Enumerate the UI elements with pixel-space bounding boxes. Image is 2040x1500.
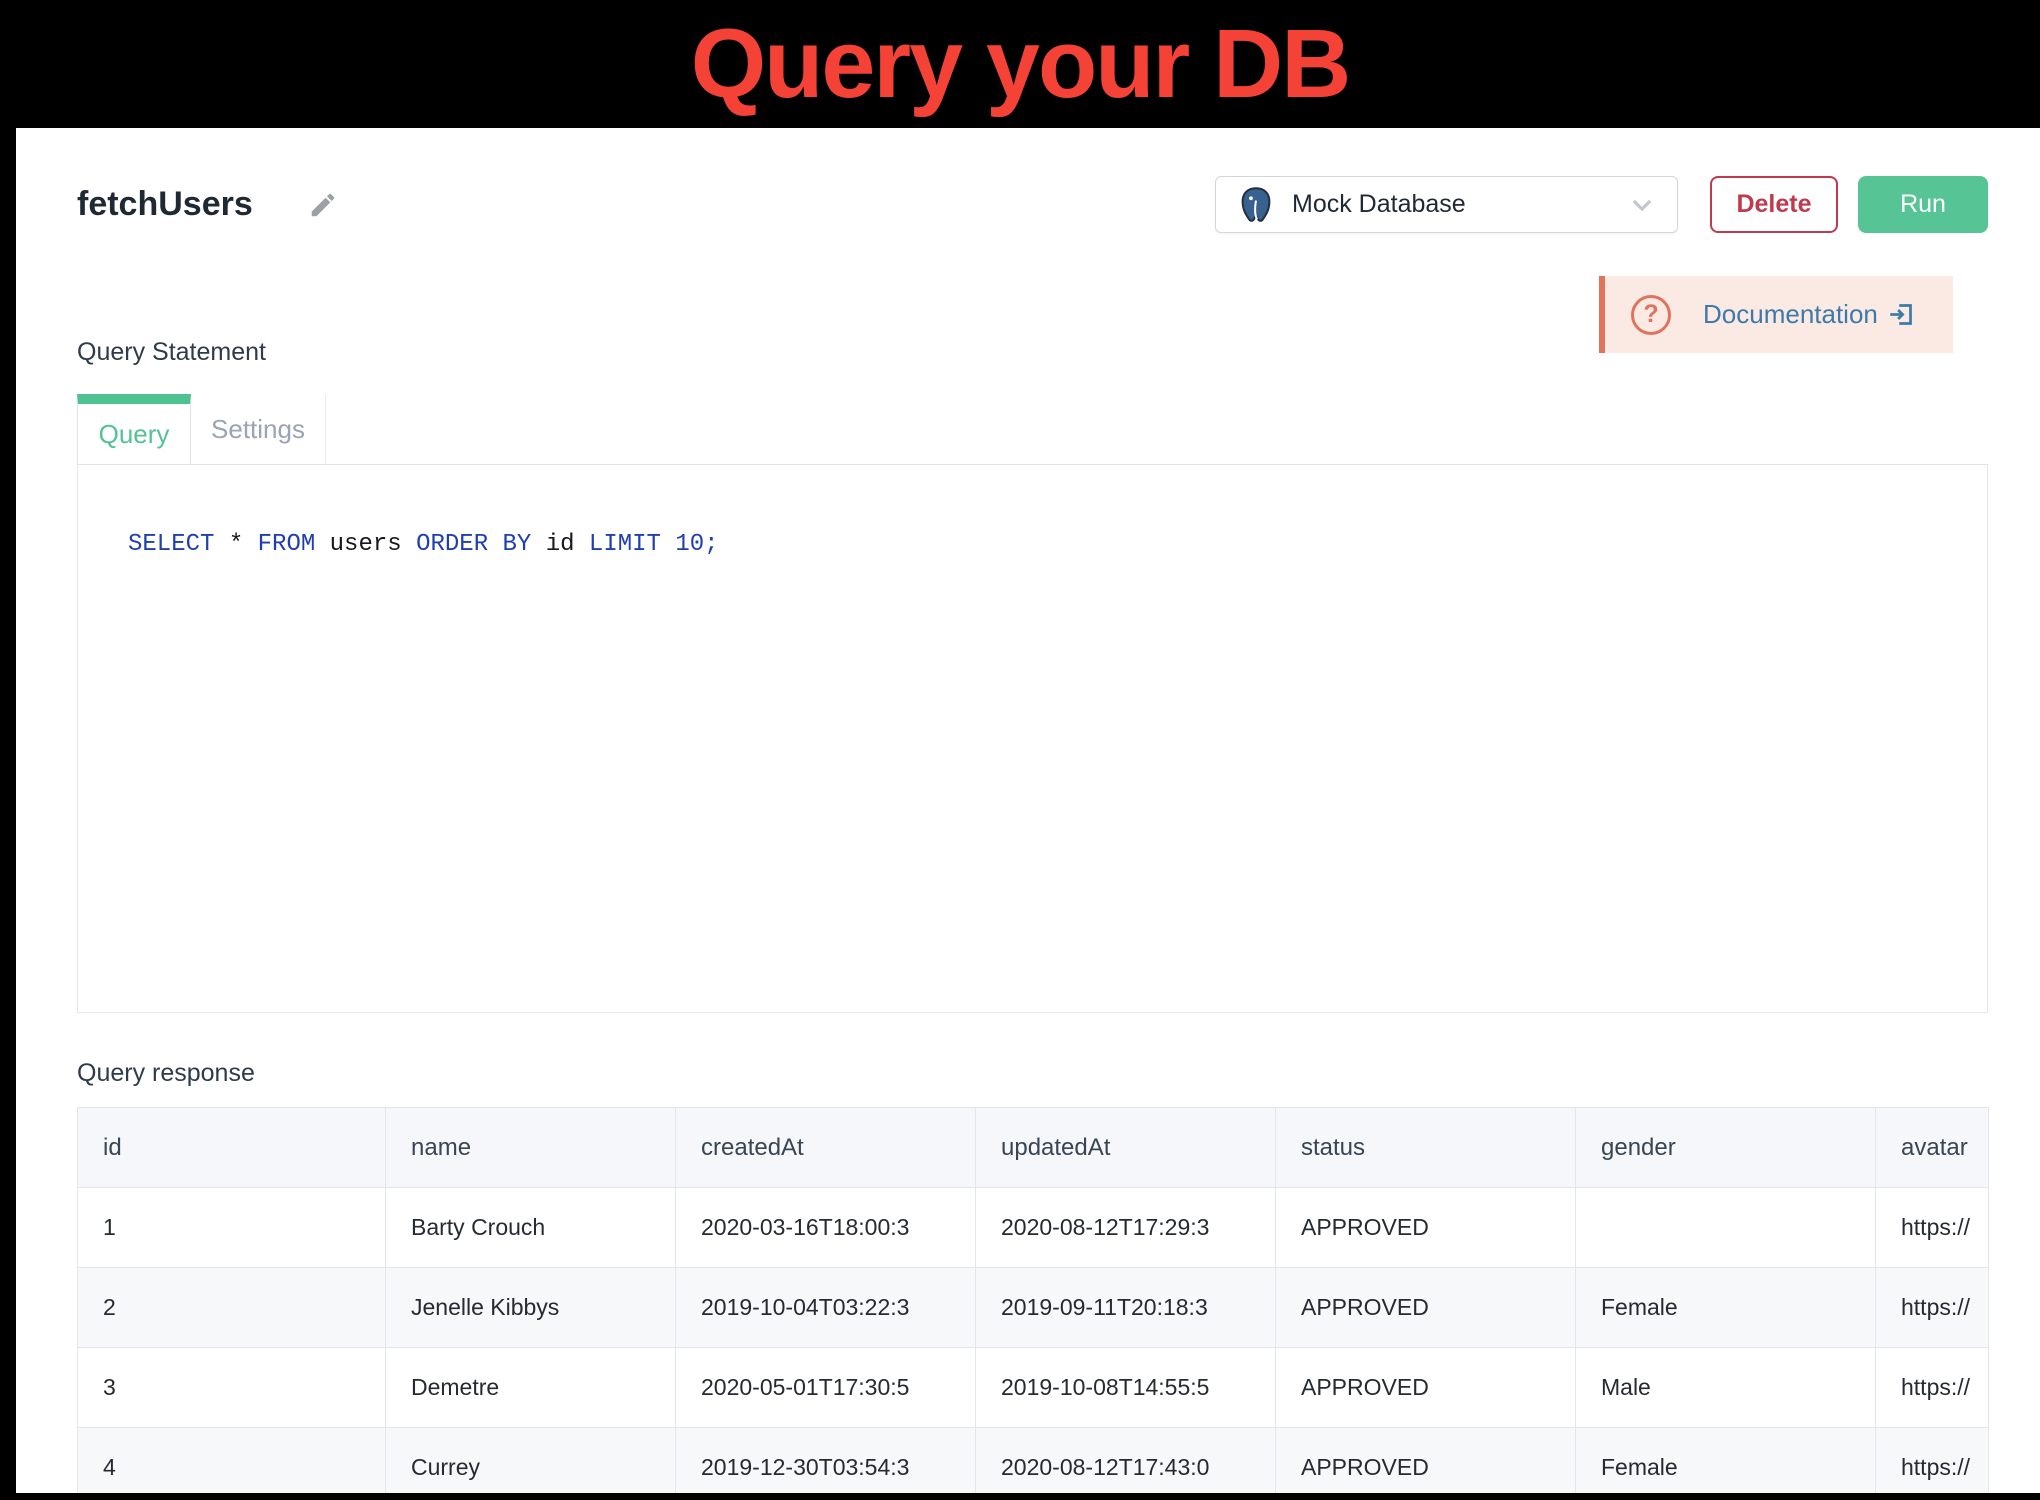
cell-id: 2 bbox=[78, 1268, 386, 1348]
database-selector-value: Mock Database bbox=[1292, 190, 1631, 219]
table-row: 2 Jenelle Kibbys 2019-10-04T03:22:3 2019… bbox=[78, 1268, 1989, 1348]
cell-id: 3 bbox=[78, 1348, 386, 1428]
delete-button[interactable]: Delete bbox=[1710, 176, 1838, 233]
table-header-row: id name createdAt updatedAt status gende… bbox=[78, 1108, 1989, 1188]
column-header-id: id bbox=[78, 1108, 386, 1188]
cell-updatedAt: 2020-08-12T17:29:3 bbox=[976, 1188, 1276, 1268]
cell-avatar: https:// bbox=[1876, 1188, 1989, 1268]
cell-avatar: https:// bbox=[1876, 1268, 1989, 1348]
cell-updatedAt: 2019-10-08T14:55:5 bbox=[976, 1348, 1276, 1428]
column-header-name: name bbox=[386, 1108, 676, 1188]
cell-avatar: https:// bbox=[1876, 1428, 1989, 1494]
cell-gender: Male bbox=[1576, 1348, 1876, 1428]
cell-createdAt: 2020-05-01T17:30:5 bbox=[676, 1348, 976, 1428]
sql-keyword: SELECT bbox=[128, 531, 214, 558]
query-statement-label: Query Statement bbox=[77, 338, 266, 366]
cell-gender: Female bbox=[1576, 1428, 1876, 1494]
cell-avatar: https:// bbox=[1876, 1348, 1989, 1428]
cell-updatedAt: 2020-08-12T17:43:0 bbox=[976, 1428, 1276, 1494]
chevron-down-icon bbox=[1631, 198, 1653, 212]
cell-name: Demetre bbox=[386, 1348, 676, 1428]
sql-keyword: FROM bbox=[258, 531, 316, 558]
cell-status: APPROVED bbox=[1276, 1268, 1576, 1348]
sql-identifier: users bbox=[330, 531, 402, 558]
column-header-status: status bbox=[1276, 1108, 1576, 1188]
documentation-link[interactable]: ? Documentation bbox=[1599, 276, 1953, 353]
database-selector-dropdown[interactable]: Mock Database bbox=[1215, 176, 1678, 233]
table-row: 4 Currey 2019-12-30T03:54:3 2020-08-12T1… bbox=[78, 1428, 1989, 1494]
sql-keyword: LIMIT bbox=[589, 531, 661, 558]
cell-gender: Female bbox=[1576, 1268, 1876, 1348]
sql-identifier: id bbox=[546, 531, 575, 558]
run-button[interactable]: Run bbox=[1858, 176, 1988, 233]
column-header-createdAt: createdAt bbox=[676, 1108, 976, 1188]
table-row: 3 Demetre 2020-05-01T17:30:5 2019-10-08T… bbox=[78, 1348, 1989, 1428]
sql-operator: * bbox=[229, 531, 243, 558]
cell-createdAt: 2020-03-16T18:00:3 bbox=[676, 1188, 976, 1268]
column-header-gender: gender bbox=[1576, 1108, 1876, 1188]
cell-name: Currey bbox=[386, 1428, 676, 1494]
cell-status: APPROVED bbox=[1276, 1348, 1576, 1428]
question-circle-icon: ? bbox=[1631, 295, 1671, 335]
column-header-updatedAt: updatedAt bbox=[976, 1108, 1276, 1188]
cell-id: 4 bbox=[78, 1428, 386, 1494]
cell-name: Barty Crouch bbox=[386, 1188, 676, 1268]
tab-query[interactable]: Query bbox=[77, 394, 191, 464]
sql-keyword: ORDER BY bbox=[416, 531, 531, 558]
cell-updatedAt: 2019-09-11T20:18:3 bbox=[976, 1268, 1276, 1348]
header-bar: fetchUsers Mock Database bbox=[77, 176, 1988, 233]
postgresql-icon bbox=[1238, 186, 1274, 224]
cell-name: Jenelle Kibbys bbox=[386, 1268, 676, 1348]
tab-settings[interactable]: Settings bbox=[191, 394, 326, 464]
cell-createdAt: 2019-12-30T03:54:3 bbox=[676, 1428, 976, 1494]
edit-pencil-icon[interactable] bbox=[308, 190, 338, 220]
cell-id: 1 bbox=[78, 1188, 386, 1268]
query-response-label: Query response bbox=[77, 1059, 1988, 1087]
query-statement-tabs: Query Settings bbox=[77, 394, 1988, 465]
external-link-icon bbox=[1888, 301, 1915, 328]
cell-createdAt: 2019-10-04T03:22:3 bbox=[676, 1268, 976, 1348]
sql-number: 10; bbox=[675, 531, 718, 558]
sql-editor[interactable]: SELECT * FROM users ORDER BY id LIMIT 10… bbox=[77, 465, 1988, 1013]
documentation-label: Documentation bbox=[1703, 299, 1878, 330]
cell-status: APPROVED bbox=[1276, 1188, 1576, 1268]
cell-status: APPROVED bbox=[1276, 1428, 1576, 1494]
table-row: 1 Barty Crouch 2020-03-16T18:00:3 2020-0… bbox=[78, 1188, 1989, 1268]
query-response-table: id name createdAt updatedAt status gende… bbox=[77, 1107, 1989, 1493]
page-title: Query your DB bbox=[691, 8, 1350, 120]
cell-gender bbox=[1576, 1188, 1876, 1268]
top-banner: Query your DB bbox=[0, 0, 2040, 128]
query-name-title: fetchUsers bbox=[77, 185, 253, 224]
column-header-avatar: avatar bbox=[1876, 1108, 1989, 1188]
app-window: fetchUsers Mock Database bbox=[16, 128, 2040, 1493]
